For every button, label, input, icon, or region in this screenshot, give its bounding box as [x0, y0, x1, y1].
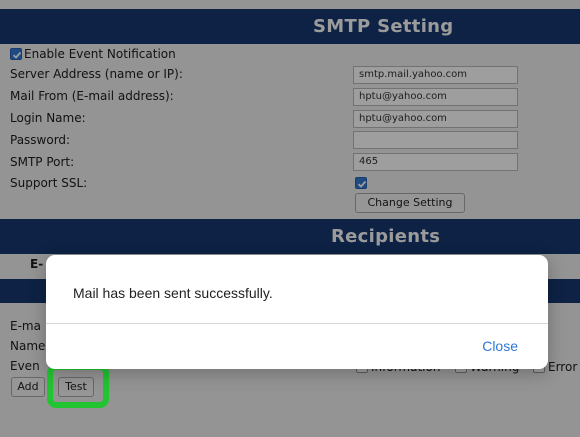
server-address-label: Server Address (name or IP): — [10, 67, 183, 81]
mail-from-input[interactable]: hptu@yahoo.com — [353, 88, 518, 106]
recipients-email-column-header: E- — [30, 257, 44, 271]
recipients-section-title: Recipients — [331, 226, 441, 247]
server-address-input[interactable]: smtp.mail.yahoo.com — [353, 66, 518, 84]
event-error-label: Error — [548, 360, 578, 374]
smtp-port-input[interactable]: 465 — [353, 153, 518, 171]
login-name-label: Login Name: — [10, 111, 86, 125]
add-button[interactable]: Add — [11, 377, 45, 397]
smtp-port-label: SMTP Port: — [10, 155, 75, 169]
dialog-divider — [46, 323, 548, 324]
enable-notification-label: Enable Event Notification — [24, 47, 176, 61]
dialog-close-button[interactable]: Close — [482, 338, 518, 354]
enable-notification-checkbox[interactable] — [10, 48, 22, 60]
recipient-name-label: Name — [10, 339, 46, 353]
smtp-section-header: SMTP Setting — [0, 9, 580, 44]
support-ssl-label: Support SSL: — [10, 176, 88, 190]
dialog-message: Mail has been sent successfully. — [73, 285, 273, 301]
recipients-section-header: Recipients — [0, 219, 580, 254]
test-button-highlight — [47, 364, 109, 408]
recipient-event-label: Even — [10, 359, 40, 373]
mail-from-label: Mail From (E-mail address): — [10, 89, 174, 103]
password-input[interactable] — [353, 131, 518, 149]
password-label: Password: — [10, 133, 71, 147]
change-setting-button[interactable]: Change Setting — [355, 193, 465, 213]
login-name-input[interactable]: hptu@yahoo.com — [353, 110, 518, 128]
support-ssl-checkbox[interactable] — [355, 177, 367, 189]
mail-sent-dialog: Mail has been sent successfully. Close — [46, 255, 548, 369]
smtp-section-title: SMTP Setting — [313, 16, 454, 37]
recipient-email-label: E-ma — [10, 319, 41, 333]
